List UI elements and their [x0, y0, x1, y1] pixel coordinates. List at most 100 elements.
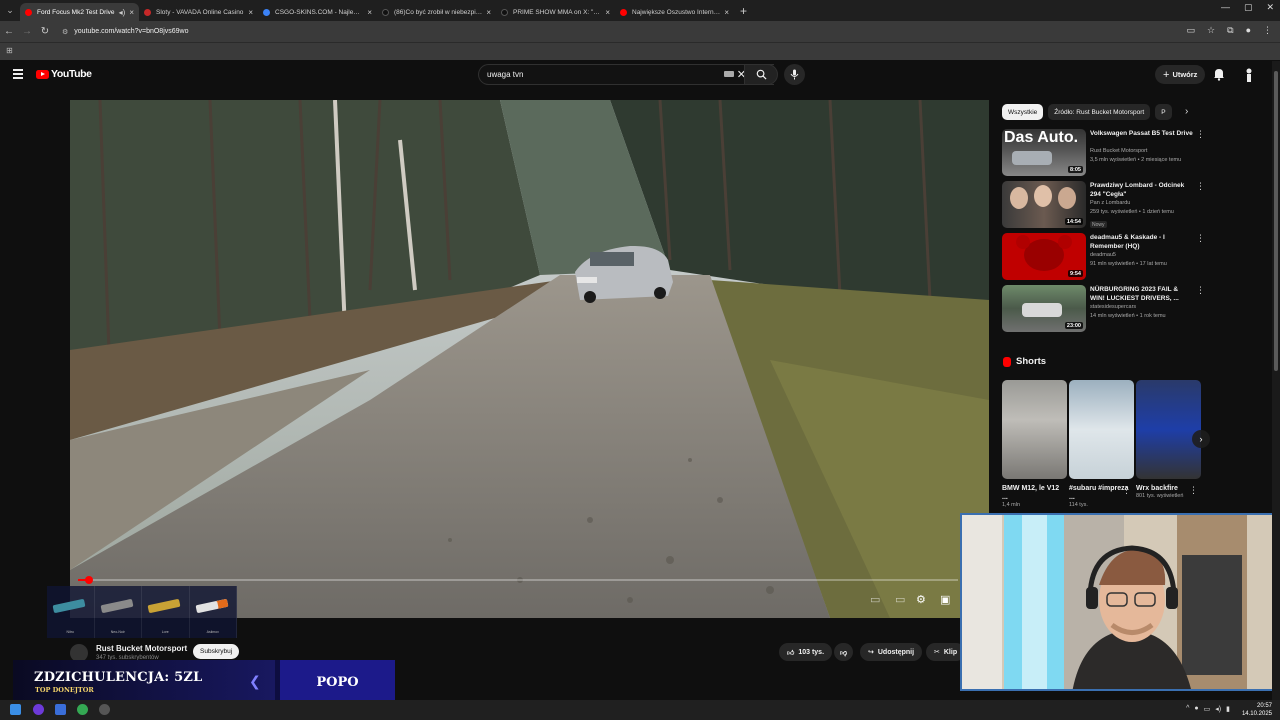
video-thumbnail: 14:54 — [1002, 181, 1086, 228]
tray-app-icon[interactable]: ● — [1194, 705, 1198, 713]
tab-2[interactable]: CSGO-SKINS.COM - Najlepsze × — [258, 3, 377, 21]
start-icon[interactable] — [10, 704, 21, 715]
search-value: uwaga tvn — [487, 70, 524, 79]
video-duration: 8:05 — [1067, 166, 1083, 173]
close-window-icon[interactable]: ✕ — [1266, 2, 1274, 13]
subtitles-icon[interactable]: ▣ — [940, 593, 950, 606]
tab-4[interactable]: PRIME SHOW MMA on X: "Miłe × — [496, 3, 615, 21]
keyboard-icon[interactable] — [724, 71, 734, 77]
short-item[interactable]: BMW M12, le V12 ... 1,4 mln — [1002, 380, 1067, 509]
short-more-options-icon[interactable]: ⋮ — [1189, 485, 1198, 496]
tab-close-icon[interactable]: × — [486, 8, 491, 17]
channel-name[interactable]: Rust Bucket Motorsport — [96, 644, 187, 653]
tab-title: CSGO-SKINS.COM - Najlepsze — [275, 8, 364, 16]
site-info-icon[interactable]: ⚙ — [62, 28, 68, 36]
forward-icon[interactable]: → — [18, 26, 36, 37]
page-scrollbar[interactable] — [1272, 61, 1280, 700]
progress-bar[interactable] — [78, 576, 958, 584]
reload-icon[interactable]: ↻ — [36, 26, 54, 37]
miniplayer-icon[interactable]: ▭ — [870, 593, 880, 606]
tab-close-icon[interactable]: × — [724, 8, 729, 17]
create-button[interactable]: + Utwórz — [1155, 65, 1206, 84]
video-meta: 91 mln wyświetleń • 17 lat temu — [1090, 261, 1167, 267]
chip-more[interactable]: P — [1155, 104, 1172, 120]
video-channel: Rust Bucket Motorsport — [1090, 148, 1148, 154]
video-player[interactable]: ▭ ▭ ⚙ ▣ — [70, 100, 989, 618]
cast-icon[interactable]: ▭ — [1187, 25, 1196, 36]
menu-icon[interactable] — [13, 69, 23, 81]
notifications-bell-icon[interactable] — [1213, 67, 1225, 81]
donor-name: POPO — [280, 660, 395, 705]
more-options-icon[interactable]: ⋮ — [1196, 285, 1205, 296]
tab-audio-icon[interactable]: ◂) — [119, 8, 126, 17]
bookmark-star-icon[interactable]: ☆ — [1207, 25, 1215, 36]
more-options-icon[interactable]: ⋮ — [1196, 181, 1205, 192]
tab-search-icon[interactable]: ⌄ — [0, 0, 20, 21]
profile-icon[interactable]: ● — [1246, 25, 1251, 36]
search-button[interactable] — [744, 64, 778, 85]
app-icon[interactable] — [55, 704, 66, 715]
more-options-icon[interactable]: ⋮ — [1196, 129, 1205, 140]
tab-close-icon[interactable]: × — [605, 8, 610, 17]
chip-all[interactable]: Wszystkie — [1002, 104, 1044, 120]
app-icon[interactable] — [99, 704, 110, 715]
maximize-icon[interactable]: ▢ — [1244, 2, 1253, 13]
minimize-icon[interactable]: — — [1221, 2, 1230, 13]
youtube-play-icon — [36, 69, 49, 79]
like-button[interactable]: 👍︎ 103 tys. — [779, 643, 833, 661]
more-options-icon[interactable]: ⋮ — [1196, 233, 1205, 244]
chrome-icon[interactable] — [77, 704, 88, 715]
new-tab-icon[interactable]: + — [740, 4, 747, 18]
tab-3[interactable]: (86)Co być zrobił w niebezpiecz × — [377, 3, 496, 21]
system-clock[interactable]: 20:57 14.10.2025 — [1242, 702, 1272, 718]
chevron-right-icon[interactable]: › — [1185, 106, 1188, 117]
recommendation-item[interactable]: 9:54 deadmau5 & Kaskade - I Remember (HQ… — [1002, 233, 1205, 281]
youtube-header: YouTube uwaga tvn ✕ + Utwórz — [0, 61, 1272, 89]
tab-1[interactable]: Sloty - VAVADA Online Casino × — [139, 3, 258, 21]
tab-0[interactable]: Ford Focus Mk2 Test Drive ◂) × — [20, 3, 139, 21]
shorts-next-button[interactable]: › — [1192, 430, 1210, 448]
voice-search-button[interactable] — [784, 64, 805, 85]
browser-menu-icon[interactable]: ⋮ — [1263, 25, 1272, 36]
extensions-icon[interactable]: ⧉ — [1227, 25, 1233, 36]
new-badge: Nowy — [1090, 221, 1107, 228]
subscribe-button[interactable]: Subskrybuj — [193, 644, 240, 659]
tab-5[interactable]: Największe Oszustwo Internetu × — [615, 3, 734, 21]
tab-close-icon[interactable]: × — [367, 8, 372, 17]
volume-icon[interactable]: ◂) — [1215, 705, 1221, 713]
bookmarks-bar: ⊞ — [0, 42, 1280, 60]
account-avatar-icon[interactable] — [1243, 67, 1255, 82]
donation-arrow-icon: ❮ — [249, 673, 261, 689]
skin-label: Nitro — [66, 630, 74, 634]
youtube-logo[interactable]: YouTube — [36, 68, 92, 80]
video-title: Prawdziwy Lombard - Odcinek 294 "Cegła" — [1090, 182, 1185, 198]
settings-gear-icon[interactable]: ⚙ — [916, 593, 926, 606]
skin-item: Neo-Noir — [95, 586, 142, 638]
apps-icon[interactable]: ⊞ — [6, 46, 13, 55]
recommendation-item[interactable]: Das Auto. 8:05 Volkswagen Passat B5 Test… — [1002, 129, 1205, 177]
tiktok-favicon-icon — [382, 8, 389, 16]
video-duration: 23:00 — [1064, 322, 1083, 329]
app-icon[interactable] — [33, 704, 44, 715]
battery-icon[interactable]: ▮ — [1226, 705, 1230, 713]
recommendation-item[interactable]: 14:54 Prawdziwy Lombard - Odcinek 294 "C… — [1002, 181, 1205, 229]
tab-title: (86)Co być zrobił w niebezpiecz — [394, 8, 483, 16]
url-field[interactable]: ⚙ youtube.com/watch?v=bnO8jvs69wo — [62, 28, 189, 36]
scrollbar-thumb[interactable] — [1274, 71, 1278, 371]
network-icon[interactable]: ▭ — [1204, 705, 1211, 713]
recommendation-item[interactable]: 23:00 NÜRBURGRING 2023 FAIL & WIN! LUCKI… — [1002, 285, 1205, 333]
back-icon[interactable]: ← — [0, 26, 18, 37]
short-more-options-icon[interactable]: ⋮ — [1122, 485, 1131, 496]
streamer-image — [962, 515, 1273, 689]
tab-close-icon[interactable]: × — [129, 8, 134, 17]
casino-favicon-icon — [144, 8, 151, 16]
browser-tab-bar: ⌄ Ford Focus Mk2 Test Drive ◂) × Sloty -… — [0, 0, 1280, 21]
theater-icon[interactable]: ▭ — [895, 593, 905, 606]
progress-scrubber[interactable] — [84, 576, 93, 584]
chip-source[interactable]: Źródło: Rust Bucket Motorsport — [1048, 104, 1151, 120]
tray-chevron-icon[interactable]: ^ — [1186, 705, 1189, 713]
dislike-button[interactable]: 👎︎ — [834, 643, 854, 661]
search-input[interactable]: uwaga tvn ✕ — [478, 64, 774, 85]
share-button[interactable]: ↪ Udostępnij — [860, 643, 923, 661]
tab-close-icon[interactable]: × — [248, 8, 253, 17]
